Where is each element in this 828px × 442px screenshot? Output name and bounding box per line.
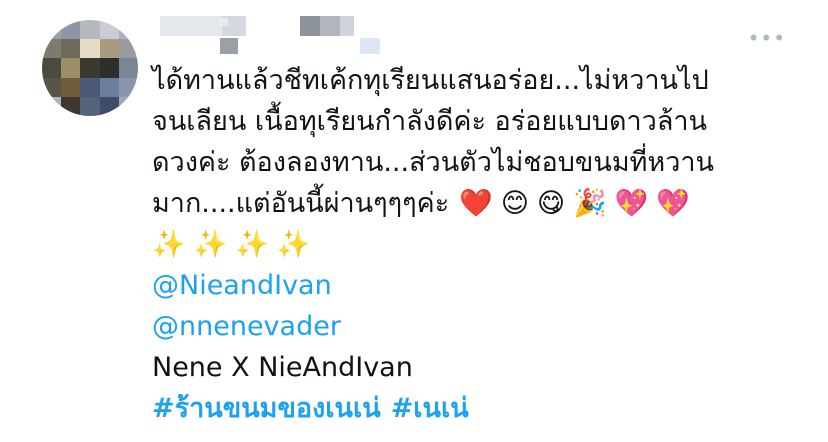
party-popper-emoji: 🎉 bbox=[573, 188, 607, 219]
more-options-icon[interactable]: ••• bbox=[748, 28, 786, 48]
sparkles-line: ✨ ✨ ✨ ✨ bbox=[152, 224, 782, 265]
mention-line-1: @NieandIvan bbox=[152, 265, 782, 306]
tweet-line-3: ดวงค่ะ ต้องลองทาน...ส่วนตัวไม่ชอบขนมที่ห… bbox=[152, 147, 715, 178]
collab-line: Nene X NieAndIvan bbox=[152, 352, 413, 383]
blurred-meta-2 bbox=[300, 16, 354, 54]
avatar[interactable] bbox=[42, 20, 138, 116]
mention-line-2: @nnenevader bbox=[152, 306, 782, 347]
tweet-card: ••• ได้ทานแล้วชีทเค้กทุเรียนแสนอร่อย...ไ… bbox=[0, 0, 828, 442]
heart-emoji: ❤️ bbox=[459, 188, 493, 219]
tweet-line-2: จนเลียน เนื้อทุเรียนกำลังดีค่ะ อร่อยแบบด… bbox=[152, 106, 707, 137]
mention-nieandivan-link[interactable]: @NieandIvan bbox=[152, 265, 332, 306]
sparkles-emoji-3: ✨ bbox=[235, 229, 269, 260]
hashtag-shop-link[interactable]: #ร้านขนมของเนเน่ bbox=[152, 388, 381, 429]
hashtag-nene-link[interactable]: #เนเน่ bbox=[391, 388, 469, 429]
yum-face-emoji: 😋 bbox=[537, 188, 566, 219]
sparkles-emoji-2: ✨ bbox=[193, 229, 228, 260]
tweet-line-4-text: มาก....แต่อันนี้ผ่านๆๆๆค่ะ bbox=[152, 188, 450, 219]
tweet-body: ได้ทานแล้วชีทเค้กทุเรียนแสนอร่อย...ไม่หว… bbox=[152, 60, 782, 429]
mention-nnenevader-link[interactable]: @nnenevader bbox=[152, 306, 341, 347]
smiling-face-emoji: 😊 bbox=[500, 188, 529, 219]
hashtag-line: #ร้านขนมของเนเน่ #เนเน่ bbox=[152, 388, 782, 429]
sparkles-emoji-4: ✨ bbox=[276, 229, 311, 260]
tweet-line-1: ได้ทานแล้วชีทเค้กทุเรียนแสนอร่อย...ไม่หว… bbox=[152, 65, 709, 96]
sparkling-heart-emoji: 💖 bbox=[614, 188, 649, 219]
sparkles-emoji: ✨ bbox=[152, 229, 186, 260]
tweet-line-4: มาก....แต่อันนี้ผ่านๆๆๆค่ะ ❤️ 😊 😋 🎉 💖 💖 bbox=[152, 183, 782, 224]
sparkling-heart-emoji-2: 💖 bbox=[656, 188, 691, 219]
